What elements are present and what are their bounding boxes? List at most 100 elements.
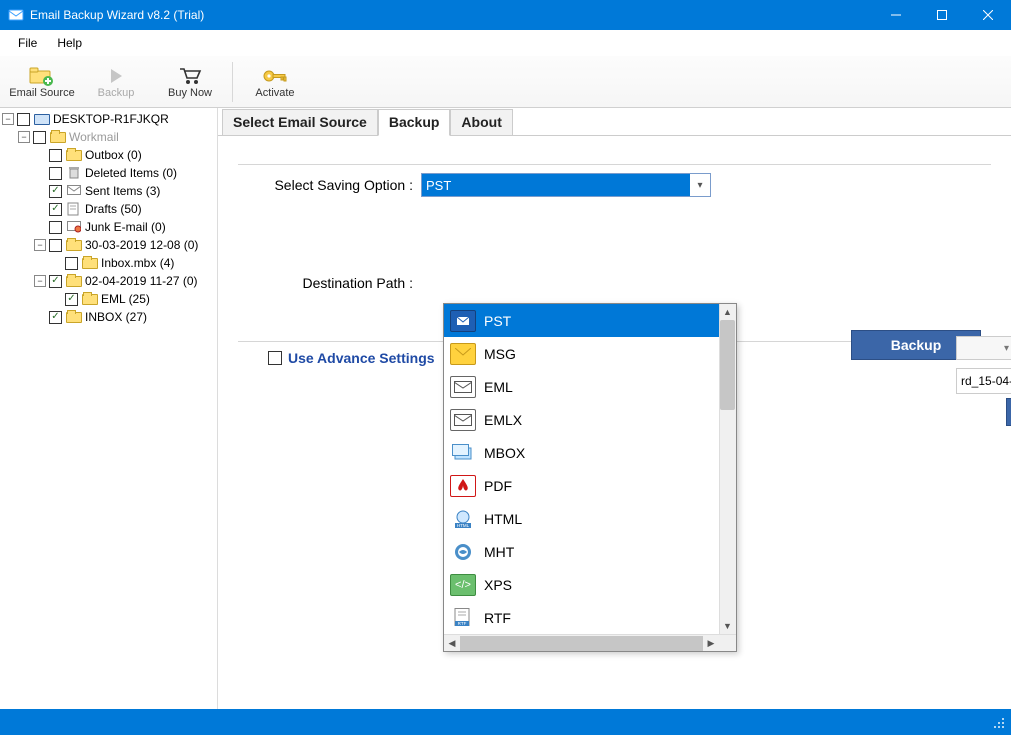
- dropdown-vertical-scrollbar[interactable]: ▲ ▼: [719, 304, 736, 634]
- rtf-icon: RTF: [450, 607, 476, 629]
- folder-icon: [65, 274, 83, 288]
- change-button[interactable]: Change...: [1006, 398, 1011, 426]
- dropdown-label: XPS: [484, 577, 512, 593]
- tree-item[interactable]: −✓02-04-2019 11-27 (0): [0, 272, 217, 290]
- checkbox-icon[interactable]: [268, 351, 282, 365]
- app-icon: [8, 7, 24, 23]
- content-area: Select Email Source Backup About Select …: [218, 108, 1011, 709]
- dropdown-horizontal-scrollbar[interactable]: ◀ ▶: [444, 634, 736, 651]
- toolbar: Email Source Backup Buy Now Activate: [0, 56, 1011, 108]
- tree-checkbox[interactable]: [49, 239, 62, 252]
- tree-item[interactable]: Inbox.mbx (4): [0, 254, 217, 272]
- saving-option-combobox[interactable]: PST ▾: [421, 173, 711, 197]
- tree-item[interactable]: ✓INBOX (27): [0, 308, 217, 326]
- tree-item[interactable]: Outbox (0): [0, 146, 217, 164]
- menu-file[interactable]: File: [8, 32, 47, 54]
- tree-checkbox[interactable]: ✓: [49, 275, 62, 288]
- tree-item[interactable]: Deleted Items (0): [0, 164, 217, 182]
- toolbar-buy-now-button[interactable]: Buy Now: [154, 57, 226, 107]
- msg-icon: [450, 343, 476, 365]
- dropdown-option-pst[interactable]: PST: [444, 304, 736, 337]
- title-bar: Email Backup Wizard v8.2 (Trial): [0, 0, 1011, 30]
- toolbar-separator: [232, 62, 233, 102]
- tree-label: Deleted Items (0): [85, 164, 177, 182]
- saving-option-dropdown[interactable]: PST MSG EML EMLX MBOX: [443, 303, 737, 652]
- chevron-down-icon[interactable]: ▾: [690, 174, 710, 196]
- scroll-thumb[interactable]: [720, 320, 735, 410]
- tree-checkbox[interactable]: [33, 131, 46, 144]
- minimize-button[interactable]: [873, 0, 919, 30]
- tab-backup[interactable]: Backup: [378, 109, 451, 136]
- tree-checkbox[interactable]: [49, 149, 62, 162]
- cart-icon: [177, 65, 203, 87]
- dropdown-label: MHT: [484, 544, 514, 560]
- tree-item[interactable]: ✓EML (25): [0, 290, 217, 308]
- advance-settings-label: Use Advance Settings: [288, 350, 435, 366]
- dropdown-label: MSG: [484, 346, 516, 362]
- dropdown-option-msg[interactable]: MSG: [444, 337, 736, 370]
- tab-select-email-source[interactable]: Select Email Source: [222, 109, 378, 136]
- dropdown-option-rtf[interactable]: RTF RTF: [444, 601, 736, 634]
- tree-item[interactable]: − 30-03-2019 12-08 (0): [0, 236, 217, 254]
- tree-item[interactable]: ✓Sent Items (3): [0, 182, 217, 200]
- maximize-button[interactable]: [919, 0, 965, 30]
- tree-label: Drafts (50): [85, 200, 142, 218]
- tree-checkbox[interactable]: [49, 167, 62, 180]
- html-icon: HTML: [450, 508, 476, 530]
- close-button[interactable]: [965, 0, 1011, 30]
- dropdown-label: PST: [484, 313, 511, 329]
- tree-checkbox[interactable]: ✓: [49, 203, 62, 216]
- tree-checkbox[interactable]: [49, 221, 62, 234]
- tree-checkbox[interactable]: ✓: [49, 311, 62, 324]
- dropdown-option-pdf[interactable]: PDF: [444, 469, 736, 502]
- toolbar-label: Activate: [255, 87, 294, 99]
- scroll-down-icon[interactable]: ▼: [719, 618, 736, 634]
- collapse-icon[interactable]: −: [18, 131, 30, 143]
- folder-icon: [65, 148, 83, 162]
- dropdown-option-html[interactable]: HTML HTML: [444, 502, 736, 535]
- tree-checkbox[interactable]: [65, 257, 78, 270]
- destination-path-input[interactable]: rd_15-04-2019 04-19.p: [956, 368, 1011, 394]
- saving-option-label: Select Saving Option :: [238, 177, 413, 193]
- tree-label: 30-03-2019 12-08 (0): [85, 236, 198, 254]
- collapse-icon[interactable]: −: [34, 275, 46, 287]
- dropdown-option-eml[interactable]: EML: [444, 370, 736, 403]
- pst-icon: [450, 310, 476, 332]
- dropdown-option-emlx[interactable]: EMLX: [444, 403, 736, 436]
- split-combobox[interactable]: ▾: [956, 336, 1011, 360]
- toolbar-backup-button[interactable]: Backup: [80, 57, 152, 107]
- tree-checkbox[interactable]: [17, 113, 30, 126]
- toolbar-label: Email Source: [9, 87, 74, 99]
- scroll-left-icon[interactable]: ◀: [444, 635, 460, 652]
- tree-label: Outbox (0): [85, 146, 142, 164]
- dropdown-label: HTML: [484, 511, 522, 527]
- resize-grip-icon[interactable]: [991, 715, 1005, 729]
- play-icon: [103, 65, 129, 87]
- tree-account[interactable]: − Workmail: [0, 128, 217, 146]
- collapse-icon[interactable]: −: [34, 239, 46, 251]
- tree-item[interactable]: Junk E-mail (0): [0, 218, 217, 236]
- junk-icon: [65, 220, 83, 234]
- tree-checkbox[interactable]: ✓: [65, 293, 78, 306]
- menu-help[interactable]: Help: [47, 32, 92, 54]
- toolbar-email-source-button[interactable]: Email Source: [6, 57, 78, 107]
- computer-icon: [33, 112, 51, 126]
- scroll-right-icon[interactable]: ▶: [703, 635, 719, 652]
- tree-item[interactable]: ✓ Drafts (50): [0, 200, 217, 218]
- tree-root[interactable]: − DESKTOP-R1FJKQR: [0, 110, 217, 128]
- scroll-thumb[interactable]: [460, 636, 703, 651]
- dropdown-label: EML: [484, 379, 513, 395]
- tree-checkbox[interactable]: ✓: [49, 185, 62, 198]
- collapse-icon[interactable]: −: [2, 113, 14, 125]
- dropdown-option-xps[interactable]: </> XPS: [444, 568, 736, 601]
- tab-about[interactable]: About: [450, 109, 512, 136]
- folder-tree[interactable]: − DESKTOP-R1FJKQR − Workmail Outbox (0) …: [0, 108, 218, 709]
- key-icon: [262, 65, 288, 87]
- folder-icon: [81, 292, 99, 306]
- scroll-up-icon[interactable]: ▲: [719, 304, 736, 320]
- emlx-icon: [450, 409, 476, 431]
- toolbar-activate-button[interactable]: Activate: [239, 57, 311, 107]
- tree-label: DESKTOP-R1FJKQR: [53, 110, 169, 128]
- dropdown-option-mht[interactable]: MHT: [444, 535, 736, 568]
- dropdown-option-mbox[interactable]: MBOX: [444, 436, 736, 469]
